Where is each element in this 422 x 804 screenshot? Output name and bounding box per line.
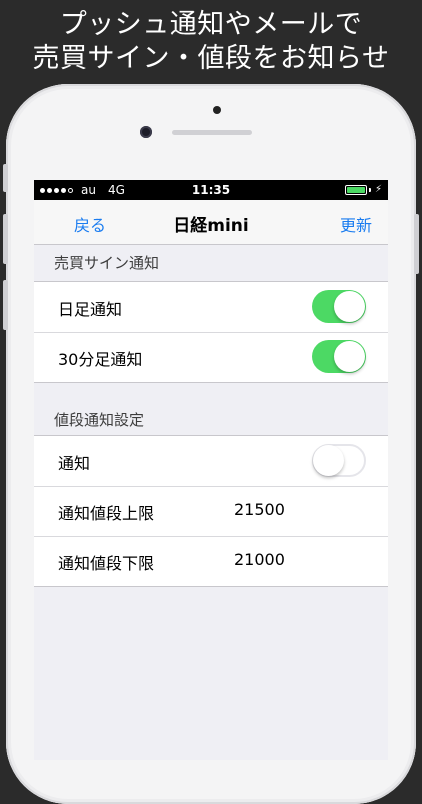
mute-switch [3,164,8,192]
volume-down-button [3,280,8,330]
earpiece-speaker [172,130,252,135]
power-button [414,214,419,274]
front-camera-icon [140,126,152,138]
toggle-knob [334,341,365,372]
promo-heading: プッシュ通知やメールで 売買サイン・値段をお知らせ [0,8,422,76]
lower-limit-input[interactable]: 21000 [234,550,285,569]
toggle-knob [313,445,344,476]
promo-line-2: 売買サイン・値段をお知らせ [32,43,390,74]
status-right: ⚡ [344,184,382,195]
daily-notify-toggle[interactable] [312,290,366,323]
battery-icon [344,184,367,195]
section-header-price: 値段通知設定 [34,405,388,435]
volume-up-button [3,214,8,264]
price-notify-toggle[interactable] [312,444,366,477]
upper-limit-label: 通知値段上限 [58,504,155,523]
price-notify-row: 通知 [34,436,388,486]
section-header-signal: 売買サイン通知 [34,245,388,281]
promo-line-1: プッシュ通知やメールで [59,9,363,40]
signal-settings-group: 日足通知 30分足通知 [34,281,388,383]
min30-notify-label: 30分足通知 [58,350,143,369]
lower-limit-row: 通知値段下限 21000 [34,536,388,586]
status-time: 11:35 [191,183,231,197]
status-bar: au 4G 11:35 ⚡ [34,180,388,200]
app-screen: au 4G 11:35 ⚡ 戻る 日経mini 更新 売買サイン通知 日足通知 … [34,180,388,760]
toggle-knob [334,291,365,322]
lower-limit-label: 通知値段下限 [58,554,155,573]
min30-notify-row: 30分足通知 [34,332,388,382]
navigation-bar: 戻る 日経mini 更新 [34,200,388,245]
price-settings-group: 通知 通知値段上限 21500 通知値段下限 21000 [34,435,388,587]
upper-limit-row: 通知値段上限 21500 [34,486,388,536]
upper-limit-input[interactable]: 21500 [234,500,285,519]
price-notify-label: 通知 [58,454,91,473]
min30-notify-toggle[interactable] [312,340,366,373]
page-title: 日経mini [173,216,249,236]
daily-notify-row: 日足通知 [34,282,388,332]
proximity-sensor [213,106,221,114]
battery-tip [368,187,371,192]
refresh-button[interactable]: 更新 [340,212,372,236]
charging-bolt-icon: ⚡ [374,184,382,195]
daily-notify-label: 日足通知 [58,300,123,319]
